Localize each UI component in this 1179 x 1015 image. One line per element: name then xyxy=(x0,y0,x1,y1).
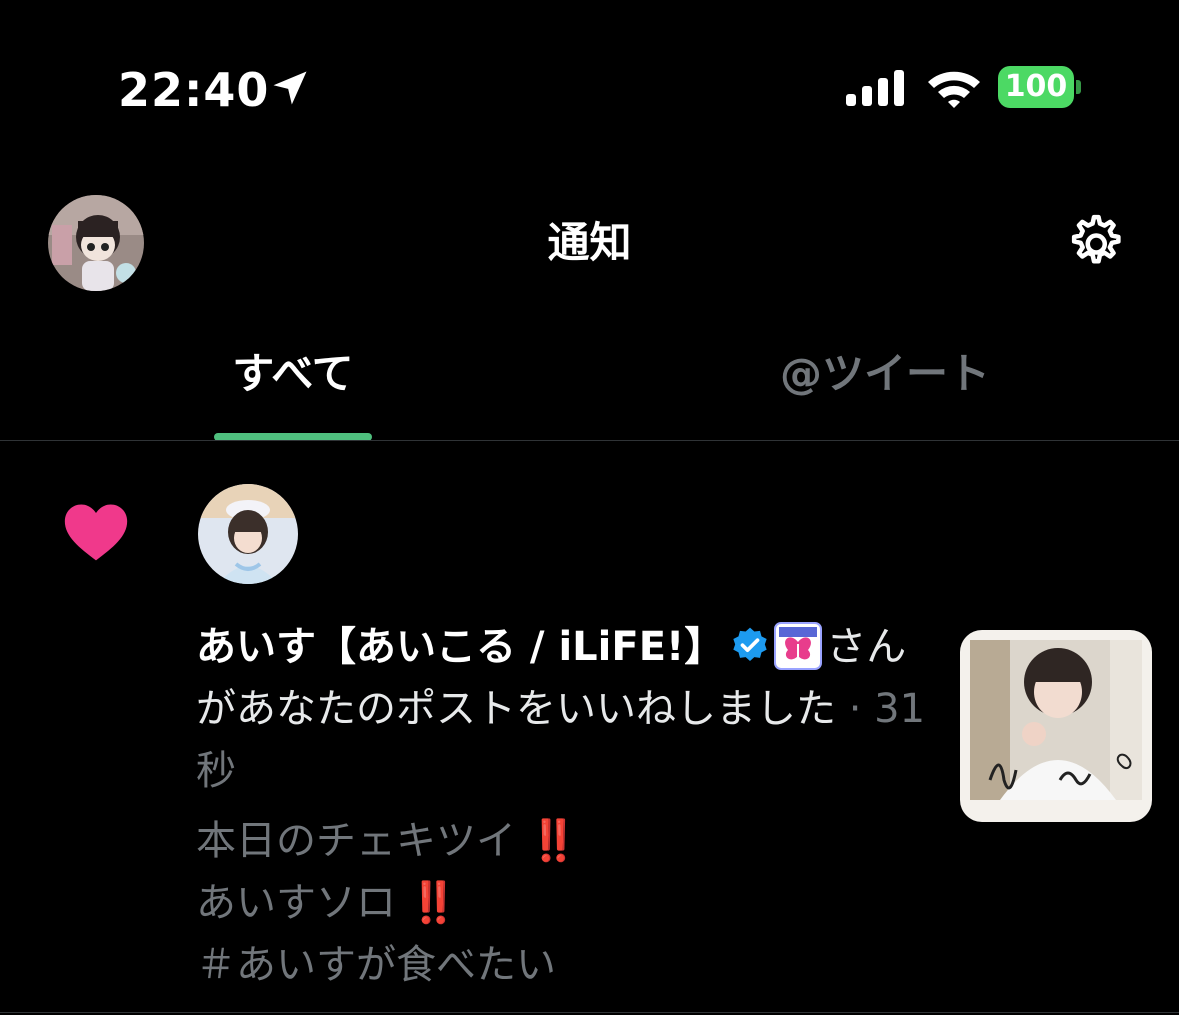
wifi-icon xyxy=(928,71,980,108)
user-avatar[interactable] xyxy=(198,484,298,584)
tab-divider xyxy=(0,440,1179,441)
post-thumbnail[interactable] xyxy=(960,630,1152,822)
gear-icon[interactable] xyxy=(1060,210,1128,278)
signal-bars-icon xyxy=(846,70,904,106)
user-name[interactable]: あいす【あいこる / iLiFE!】 xyxy=(196,624,724,670)
battery-icon: 100 xyxy=(998,66,1082,108)
tab-all[interactable]: すべて xyxy=(214,346,372,402)
battery-level: 100 xyxy=(998,66,1074,108)
status-time: 22:40 xyxy=(118,63,270,117)
list-divider xyxy=(0,1012,1179,1013)
post-hashtag[interactable]: ＃あいすが食べたい xyxy=(196,934,936,996)
double-exclamation-icon: ‼️ xyxy=(528,818,579,864)
double-exclamation-icon: ‼️ xyxy=(408,880,459,926)
post-line-1: 本日のチェキツイ ‼️ xyxy=(196,818,579,864)
verified-badge-icon xyxy=(733,627,767,661)
post-line-2: あいすソロ ‼️ xyxy=(196,880,459,926)
tab-mentions[interactable]: @ツイート xyxy=(590,346,1179,402)
location-arrow-icon xyxy=(273,71,307,105)
heart-icon xyxy=(64,504,128,561)
page-title: 通知 xyxy=(547,218,632,267)
time-separator: · xyxy=(836,686,875,732)
notification-text[interactable]: あいす【あいこる / iLiFE!】 さんがあなたのポストをいいねしました · … xyxy=(196,616,926,802)
post-preview[interactable]: 本日のチェキツイ ‼️ あいすソロ ‼️ ＃あいすが食べたい xyxy=(196,810,936,996)
ilife-badge-icon xyxy=(774,622,823,670)
